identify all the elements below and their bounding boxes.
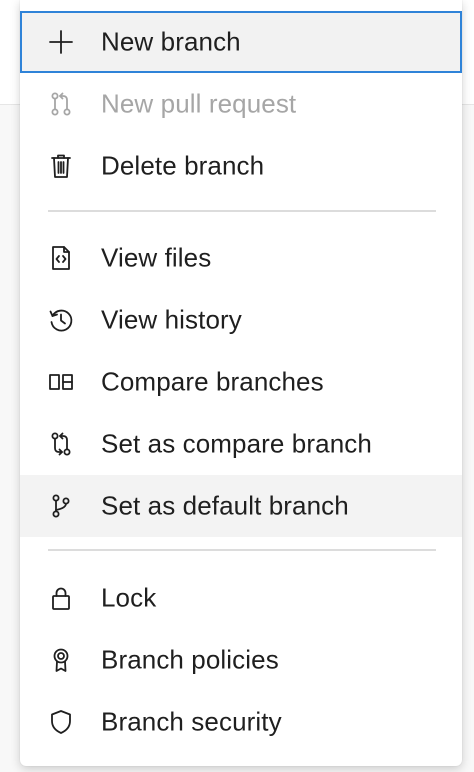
plus-icon	[47, 28, 75, 56]
page: New branch New pull request Delete branc…	[0, 0, 474, 772]
lock-icon	[47, 584, 75, 612]
menu-item-compare-branches[interactable]: Compare branches	[20, 351, 462, 413]
menu-item-label: Branch policies	[101, 644, 279, 675]
menu-item-branch-policies[interactable]: Branch policies	[20, 629, 462, 691]
menu-item-label: Branch security	[101, 706, 282, 737]
menu-item-new-branch[interactable]: New branch	[20, 11, 462, 73]
menu-divider	[48, 210, 436, 212]
trash-icon	[47, 152, 75, 180]
shield-icon	[47, 708, 75, 736]
compare-icon	[47, 368, 75, 396]
code-file-icon	[47, 244, 75, 272]
menu-item-set-as-compare-branch[interactable]: Set as compare branch	[20, 413, 462, 475]
menu-item-label: Compare branches	[101, 366, 324, 397]
menu-item-new-pull-request[interactable]: New pull request	[20, 73, 462, 135]
menu-item-view-files[interactable]: View files	[20, 227, 462, 289]
branch-context-menu: New branch New pull request Delete branc…	[20, 0, 462, 766]
history-icon	[47, 306, 75, 334]
menu-item-branch-security[interactable]: Branch security	[20, 691, 462, 753]
menu-item-view-history[interactable]: View history	[20, 289, 462, 351]
badge-icon	[47, 646, 75, 674]
pull-request-icon	[47, 90, 75, 118]
compare-branch-icon	[47, 430, 75, 458]
menu-item-label: New pull request	[101, 88, 297, 119]
menu-item-label: Lock	[101, 582, 157, 613]
menu-item-label: New branch	[101, 26, 241, 57]
menu-item-label: Set as default branch	[101, 490, 349, 521]
branch-icon	[47, 492, 75, 520]
menu-item-set-as-default-branch[interactable]: Set as default branch	[20, 475, 462, 537]
menu-item-label: Set as compare branch	[101, 428, 372, 459]
menu-item-label: Delete branch	[101, 150, 265, 181]
menu-item-label: View files	[101, 242, 212, 273]
menu-item-lock[interactable]: Lock	[20, 567, 462, 629]
menu-item-label: View history	[101, 304, 242, 335]
menu-item-delete-branch[interactable]: Delete branch	[20, 135, 462, 197]
menu-divider	[48, 549, 436, 551]
